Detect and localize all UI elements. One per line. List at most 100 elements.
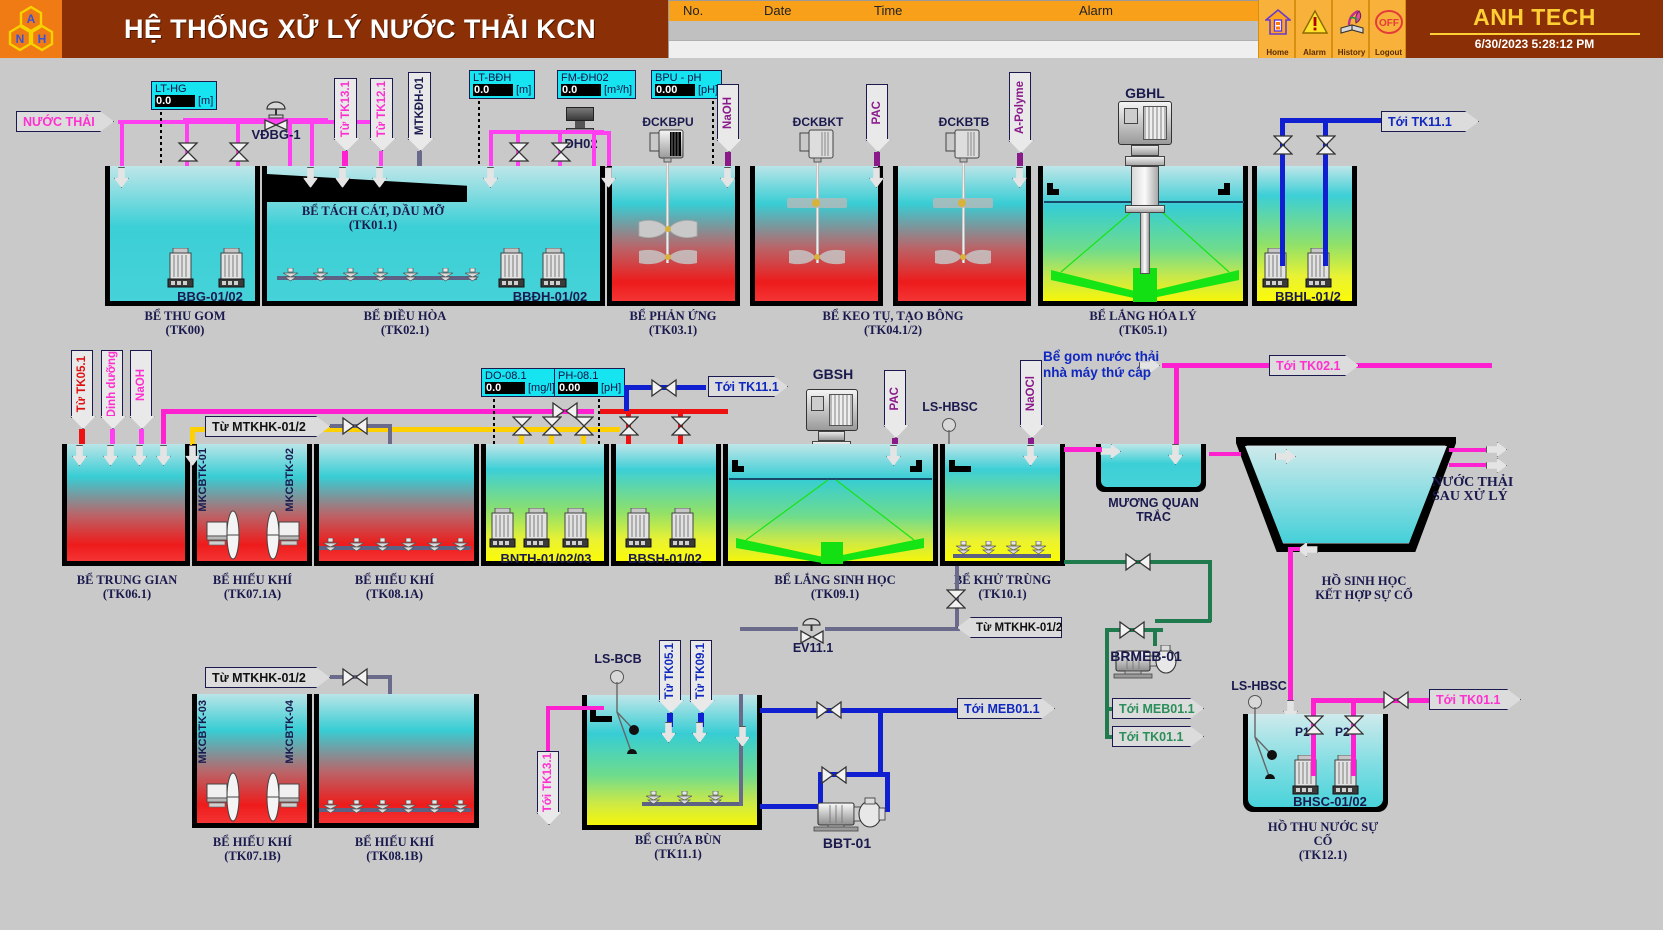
chemical-tag-naoh: NaOH — [717, 84, 739, 141]
submersible-mixer-03[interactable] — [206, 772, 248, 824]
pump-bbdh-02[interactable] — [540, 247, 567, 293]
valve-bnth-01[interactable] — [512, 415, 532, 437]
instrument-tag: PH-08.1 — [558, 370, 599, 382]
instrument-tag: BPU - pH — [655, 72, 702, 84]
valve-bbsh-02[interactable] — [671, 415, 691, 437]
pump-bnth-01[interactable] — [489, 507, 516, 553]
instrument-unit: [m] — [516, 84, 532, 96]
valve-bbhl-01[interactable] — [1273, 134, 1293, 156]
pipe-tk121-drop — [379, 151, 383, 167]
diffuser — [372, 267, 389, 287]
instrument-lt-bdh[interactable]: LT-BĐH 0.0 [m] — [469, 70, 536, 99]
diffuser — [676, 790, 693, 810]
diffuser — [348, 799, 365, 819]
pipe-green-left — [1105, 628, 1109, 738]
valve-bbg-02[interactable] — [228, 141, 250, 163]
valve-bbdh-01[interactable] — [508, 141, 530, 163]
valve-bhsc-02[interactable] — [1344, 714, 1364, 736]
alarm-col-date: Date — [764, 3, 792, 18]
pump-bnth-02[interactable] — [523, 507, 550, 553]
flow-tag-tu-tk121: Từ TK12.1 — [370, 78, 393, 140]
nav-history-button[interactable]: History — [1332, 0, 1369, 58]
motor-terminal-box — [811, 396, 824, 411]
sludge-hopper — [821, 542, 843, 564]
diffuser — [342, 267, 359, 287]
valve-bbsh-01[interactable] — [619, 415, 639, 437]
valve-bbg-01[interactable] — [177, 141, 199, 163]
instrument-value: 0.0 — [561, 84, 601, 96]
valve-air-1[interactable] — [341, 416, 369, 436]
instrument-do-081[interactable]: DO-08.1 0.0 [mg/l] — [481, 368, 559, 397]
power-off-icon: OFF — [1370, 2, 1407, 42]
instrument-lt-hg[interactable]: LT-HG 0.0 [m] — [151, 81, 218, 110]
submersible-mixer-01[interactable] — [206, 510, 248, 562]
mixer-dckbkt[interactable] — [798, 129, 836, 163]
company-logo: A N H — [0, 0, 62, 58]
nav-alarm-button[interactable]: Alarm — [1295, 0, 1332, 58]
motor-terminal-box — [1124, 108, 1138, 124]
submersible-mixer-04[interactable] — [258, 772, 300, 824]
pond-ho-sinh-hoc[interactable] — [1236, 437, 1456, 552]
valve-bnth-02[interactable] — [542, 415, 562, 437]
diffuser — [348, 537, 365, 557]
instrument-unit: [m] — [198, 95, 214, 107]
nav-logout-button[interactable]: OFF Logout — [1369, 0, 1406, 58]
instrument-unit: [m³/h] — [604, 84, 633, 96]
pump-bbsh-02[interactable] — [669, 507, 696, 553]
pump-bbsh-01[interactable] — [625, 507, 652, 553]
pump-bbg-label: BBG-01/02 — [177, 289, 243, 304]
valve-green-top[interactable] — [1124, 552, 1152, 572]
pump-bbg-01[interactable] — [167, 247, 194, 293]
valve-brmeb-suction[interactable] — [1118, 620, 1146, 640]
mixer-dckbpu[interactable] — [648, 129, 686, 163]
pipe-bhsc-02-riser — [1351, 698, 1356, 776]
level-switch-bcb-cable — [616, 682, 639, 754]
nav-home-button[interactable]: Home — [1258, 0, 1295, 58]
valve-bhsc-01[interactable] — [1304, 714, 1324, 736]
mixer-impeller-lower — [639, 249, 697, 265]
alarm-row[interactable] — [669, 41, 1325, 58]
instrument-ph-081[interactable]: PH-08.1 0.00 [pH] — [554, 368, 626, 397]
flow-meter-dh02[interactable] — [566, 107, 594, 121]
diffuser — [645, 790, 662, 810]
pump-bbg-02[interactable] — [218, 247, 245, 293]
pump-bbdh-01[interactable] — [498, 247, 525, 293]
instrument-bpu-ph[interactable]: BPU - pH 0.00 [pH] — [651, 70, 723, 99]
chemical-tag-a-polyme: A-Polyme — [1009, 72, 1031, 142]
tank-label-tk071b: BỂ HIẾU KHÍ (TK07.1B) — [212, 835, 293, 863]
nav-home-label: Home — [1266, 48, 1289, 57]
instrument-tag: LT-HG — [155, 83, 187, 95]
pump-bbt-01[interactable] — [812, 797, 898, 837]
instrument-fm-dh02[interactable]: FM-ĐH02 0.0 [m³/h] — [557, 70, 637, 99]
pump-bnth-label: BNTH-01/02/03 — [500, 551, 592, 566]
submersible-mixer-02[interactable] — [258, 510, 300, 562]
weir-bracket-left — [1047, 183, 1059, 195]
valve-bbt-suction[interactable] — [820, 765, 848, 785]
svg-text:N: N — [16, 32, 25, 46]
level-switch-hbsc-label-2: LS-HBSC — [1231, 679, 1287, 693]
brand-name: ANH TECH — [1473, 4, 1596, 30]
valve-bbdh-02[interactable] — [550, 141, 572, 163]
pump-bhsc-label: BHSC-01/02 — [1293, 794, 1367, 809]
alarm-table[interactable]: No. Date Time Alarm — [668, 0, 1326, 58]
instrument-value: 0.0 — [155, 95, 195, 107]
valve-bbhl-02[interactable] — [1316, 134, 1336, 156]
weir-bracket — [590, 710, 612, 722]
diffuser — [452, 799, 469, 819]
pump-bnth-03[interactable] — [562, 507, 589, 553]
gearbox-coupling — [818, 431, 845, 441]
valve-to-tk111[interactable] — [650, 378, 678, 398]
pipe-green-to-pump — [1155, 619, 1211, 623]
valve-to-meb[interactable] — [815, 700, 843, 720]
rake-shaft — [1140, 212, 1150, 274]
alarm-row[interactable] — [669, 21, 1325, 41]
valve-bnth-03[interactable] — [574, 415, 594, 437]
alarm-col-time: Time — [874, 3, 903, 18]
valve-tk101-air[interactable] — [946, 588, 966, 610]
flow-tag-tu-tk131: Từ TK13.1 — [334, 78, 357, 140]
flow-tag-dinh-duong: Dinh dưỡng — [101, 350, 123, 418]
instrument-value: 0.0 — [473, 84, 513, 96]
mixer-dckbtb[interactable] — [944, 129, 982, 163]
valve-to-tk011[interactable] — [1382, 690, 1410, 710]
valve-air-3[interactable] — [341, 667, 369, 687]
